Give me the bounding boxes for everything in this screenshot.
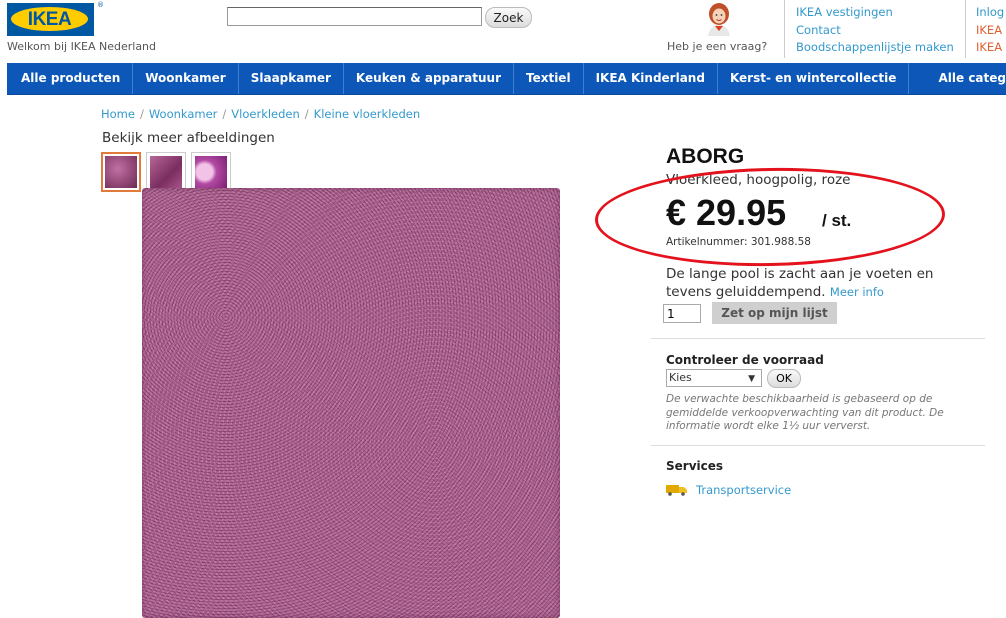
- ikea-logo[interactable]: IKEA: [7, 3, 94, 36]
- link-boodschappenlijstje[interactable]: Boodschappenlijstje maken: [796, 39, 954, 57]
- nav-textiel[interactable]: Textiel: [514, 63, 584, 94]
- breadcrumb-home[interactable]: Home: [101, 107, 135, 121]
- description-text: De lange pool is zacht aan je voeten en …: [666, 266, 934, 300]
- nav-alle-producten[interactable]: Alle producten: [7, 63, 134, 94]
- nav-kerst[interactable]: Kerst- en wintercollectie: [718, 63, 910, 94]
- stock-title: Controleer de voorraad: [666, 353, 824, 367]
- breadcrumb-kleine-vloerkleden[interactable]: Kleine vloerkleden: [314, 107, 420, 121]
- product-description: De lange pool is zacht aan je voeten en …: [666, 265, 966, 301]
- header-links: IKEA vestigingen Contact Boodschappenlij…: [784, 0, 954, 58]
- divider: [651, 445, 985, 446]
- truck-icon: [666, 485, 687, 496]
- main-nav: Alle producten Woonkamer Slaapkamer Keuk…: [7, 63, 1006, 95]
- search-button[interactable]: Zoek: [485, 7, 532, 28]
- price-highlight-circle: [594, 164, 946, 270]
- stock-ok-button[interactable]: OK: [767, 369, 801, 388]
- services-title: Services: [666, 459, 724, 473]
- chevron-down-icon: ▼: [748, 374, 755, 384]
- add-to-list-button[interactable]: Zet op mijn lijst: [712, 302, 837, 324]
- store-select[interactable]: Kies ▼: [666, 369, 762, 387]
- thumbnail-3[interactable]: [191, 152, 231, 192]
- link-ikea-1[interactable]: IKEA: [976, 22, 1006, 40]
- divider: [651, 338, 985, 339]
- nav-kinderland[interactable]: IKEA Kinderland: [584, 63, 718, 94]
- link-ikea-vestigingen[interactable]: IKEA vestigingen: [796, 4, 944, 22]
- quantity-field[interactable]: [663, 304, 701, 323]
- link-ikea-2[interactable]: IKEA: [976, 39, 1006, 57]
- link-inlog[interactable]: Inlog: [976, 4, 1006, 22]
- welcome-text: Welkom bij IKEA Nederland: [7, 40, 157, 53]
- nav-alle-categorieen[interactable]: Alle categ: [926, 63, 1006, 94]
- nav-slaapkamer[interactable]: Slaapkamer: [239, 63, 344, 94]
- stock-note: De verwachte beschikbaarheid is gebaseer…: [666, 393, 944, 432]
- store-select-value: Kies: [669, 371, 692, 384]
- link-contact[interactable]: Contact: [796, 22, 944, 40]
- thumbnail-2[interactable]: [146, 152, 186, 192]
- nav-woonkamer[interactable]: Woonkamer: [133, 63, 239, 94]
- breadcrumb-woonkamer[interactable]: Woonkamer: [149, 107, 218, 121]
- search-input[interactable]: [227, 7, 482, 26]
- logo-text: IKEA: [27, 9, 72, 30]
- help-text[interactable]: Heb je een vraag?: [667, 40, 767, 53]
- breadcrumb-separator: /: [222, 107, 227, 121]
- breadcrumb-separator: /: [139, 107, 144, 121]
- help-avatar-icon[interactable]: [704, 2, 734, 36]
- product-name: ABORG: [666, 145, 745, 168]
- header-links-right: Inlog IKEA IKEA: [965, 0, 1006, 58]
- breadcrumb: Home / Woonkamer / Vloerkleden / Kleine vloerk…: [101, 107, 420, 121]
- transport-service-link[interactable]: Transportservice: [696, 483, 791, 497]
- registered-mark: ®: [97, 1, 104, 9]
- more-info-link[interactable]: Meer info: [830, 285, 884, 299]
- gallery-heading: Bekijk meer afbeeldingen: [102, 130, 275, 146]
- breadcrumb-vloerkleden[interactable]: Vloerkleden: [231, 107, 300, 121]
- product-image[interactable]: [142, 188, 560, 618]
- thumbnail-1[interactable]: [101, 152, 141, 192]
- breadcrumb-separator: /: [304, 107, 309, 121]
- thumbnail-strip: [101, 152, 236, 192]
- nav-keuken[interactable]: Keuken & apparatuur: [344, 63, 514, 94]
